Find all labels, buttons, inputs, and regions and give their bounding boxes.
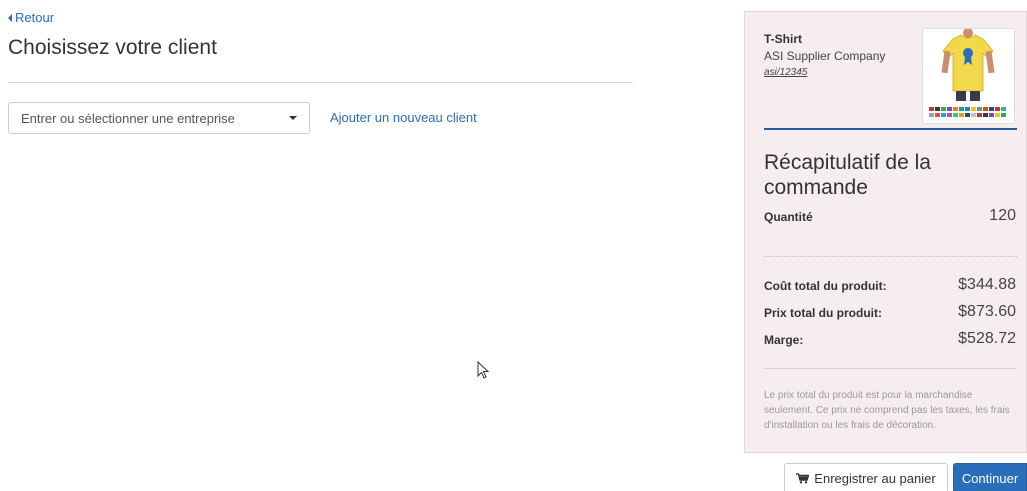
chevron-down-icon [289,116,297,120]
mouse-cursor-icon [477,361,489,379]
summary-dotted-divider [764,256,1017,257]
product-name: T-Shirt [764,32,802,46]
caret-left-icon [8,13,12,22]
company-select[interactable]: Entrer ou sélectionner une entreprise [8,102,310,134]
cost-total-label: Coût total du produit: [764,279,887,293]
quantity-value: 120 [989,207,1016,224]
summary-divider [764,368,1017,369]
page-title: Choisissez votre client [8,36,217,59]
company-select-placeholder: Entrer ou sélectionner une entreprise [21,110,235,126]
save-to-cart-button[interactable]: Enregistrer au panier [784,463,948,491]
supplier-name: ASI Supplier Company [764,49,886,63]
order-client-page: Retour Choisissez votre client Entrer ou… [0,0,1027,491]
continue-button[interactable]: Continuer [953,463,1027,491]
tshirt-image-icon [929,28,1006,117]
margin-label: Marge: [764,333,804,347]
back-link[interactable]: Retour [8,10,54,25]
add-new-client-link[interactable]: Ajouter un nouveau client [330,110,477,125]
cost-total-value: $344.88 [958,276,1016,293]
continue-label: Continuer [961,470,1019,486]
price-total-value: $873.60 [958,303,1016,320]
summary-title: Récapitulatif de la commande [764,151,931,199]
supplier-id: asi/12345 [764,67,808,78]
save-to-cart-label: Enregistrer au panier [814,470,936,486]
quantity-label: Quantité [764,210,813,224]
order-summary-panel: T-Shirt ASI Supplier Company asi/12345 R… [744,11,1027,453]
back-link-label: Retour [15,10,55,25]
price-total-label: Prix total du produit: [764,306,882,320]
shopping-cart-icon [796,472,810,483]
title-divider [8,82,633,83]
summary-accent-divider [764,128,1017,130]
price-disclaimer: Le prix total du produit est pour la mar… [764,390,1010,431]
margin-value: $528.72 [958,330,1016,347]
product-thumbnail [922,28,1015,124]
